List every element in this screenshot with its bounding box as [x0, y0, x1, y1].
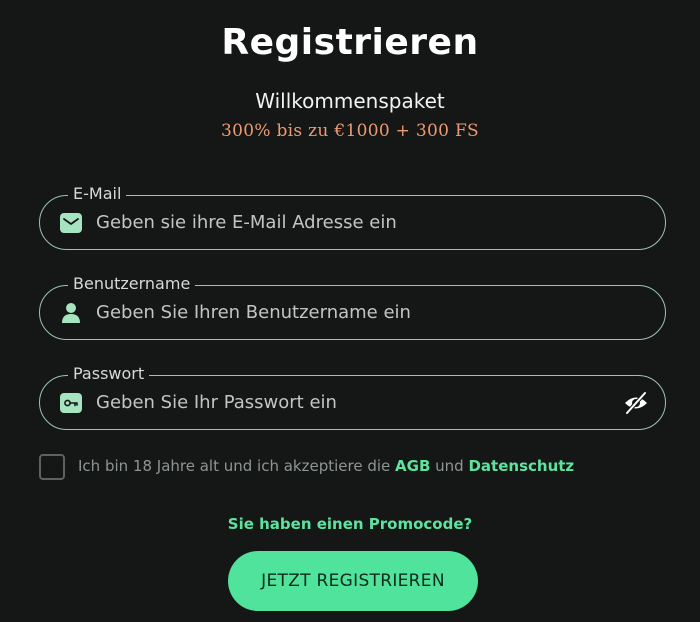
username-field[interactable]: Benutzername: [39, 273, 666, 340]
eye-slash-icon[interactable]: [623, 390, 649, 416]
email-input[interactable]: [96, 196, 616, 249]
terms-text-middle: und: [430, 457, 469, 475]
username-input[interactable]: [96, 286, 616, 339]
envelope-icon: [60, 212, 82, 234]
terms-text-before: Ich bin 18 Jahre alt und ich akzeptiere …: [78, 457, 396, 475]
page-title: Registrieren: [221, 22, 479, 63]
privacy-link[interactable]: Datenschutz: [468, 457, 574, 475]
email-field[interactable]: E-Mail: [39, 183, 666, 250]
terms-text: Ich bin 18 Jahre alt und ich akzeptiere …: [78, 457, 574, 475]
password-field[interactable]: Passwort: [39, 363, 666, 430]
promo-code-link[interactable]: Sie haben einen Promocode?: [0, 515, 700, 533]
register-button[interactable]: JETZT REGISTRIEREN: [228, 551, 478, 611]
bonus-offer-text: 300% bis zu €1000 + 300 FS: [221, 121, 479, 141]
password-input[interactable]: [96, 376, 616, 429]
terms-checkbox[interactable]: [39, 454, 65, 480]
user-icon: [60, 302, 82, 324]
agb-link[interactable]: AGB: [395, 457, 430, 475]
key-icon: [60, 392, 82, 414]
welcome-package-heading: Willkommenspaket: [255, 89, 445, 113]
